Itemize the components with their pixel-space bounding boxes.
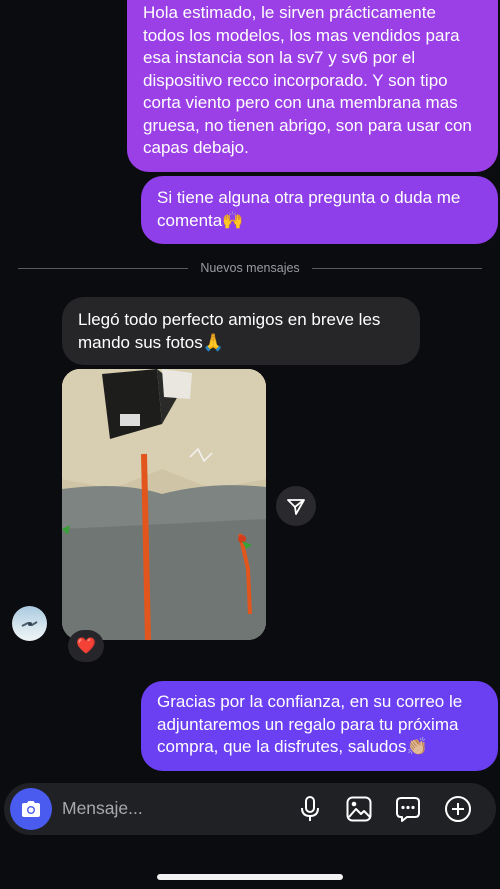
microphone-button[interactable] xyxy=(294,793,326,825)
outgoing-message[interactable]: Si tiene alguna otra pregunta o duda me … xyxy=(141,176,498,244)
message-text: Gracias por la confianza, en su correo l… xyxy=(157,692,463,756)
message-text: Hola estimado, le sirven prácticamente t… xyxy=(143,3,472,157)
incoming-photo[interactable] xyxy=(62,369,266,640)
sticker-button[interactable] xyxy=(392,793,424,825)
heart-icon: ❤️ xyxy=(76,638,96,655)
message-text: Si tiene alguna otra pregunta o duda me … xyxy=(157,188,461,230)
avatar-image xyxy=(21,621,38,627)
image-icon xyxy=(346,796,372,822)
divider-line xyxy=(311,267,483,269)
new-messages-divider: Nuevos mensajes xyxy=(18,258,483,278)
send-arrow-icon xyxy=(287,499,305,515)
avatar[interactable] xyxy=(12,606,47,641)
outgoing-message[interactable]: Hola estimado, le sirven prácticamente t… xyxy=(127,0,498,172)
outgoing-message[interactable]: Gracias por la confianza, en su correo l… xyxy=(141,681,498,771)
jacket-photo-image xyxy=(62,369,266,640)
plus-button[interactable] xyxy=(442,793,474,825)
plus-icon xyxy=(445,796,471,822)
gallery-button[interactable] xyxy=(343,793,375,825)
home-indicator xyxy=(157,874,343,880)
microphone-icon xyxy=(301,796,319,821)
message-text: Llegó todo perfecto amigos en breve les … xyxy=(78,310,381,352)
message-input[interactable]: Mensaje... xyxy=(62,798,143,819)
divider-line xyxy=(18,267,189,269)
message-composer: Mensaje... xyxy=(4,783,496,835)
incoming-message[interactable]: Llegó todo perfecto amigos en breve les … xyxy=(62,297,420,365)
heart-reaction-badge[interactable]: ❤️ xyxy=(68,630,104,662)
camera-button[interactable] xyxy=(10,788,52,830)
divider-label: Nuevos mensajes xyxy=(200,261,300,275)
camera-icon xyxy=(22,801,40,817)
share-button[interactable] xyxy=(276,486,316,526)
sticker-chat-icon xyxy=(396,797,420,822)
